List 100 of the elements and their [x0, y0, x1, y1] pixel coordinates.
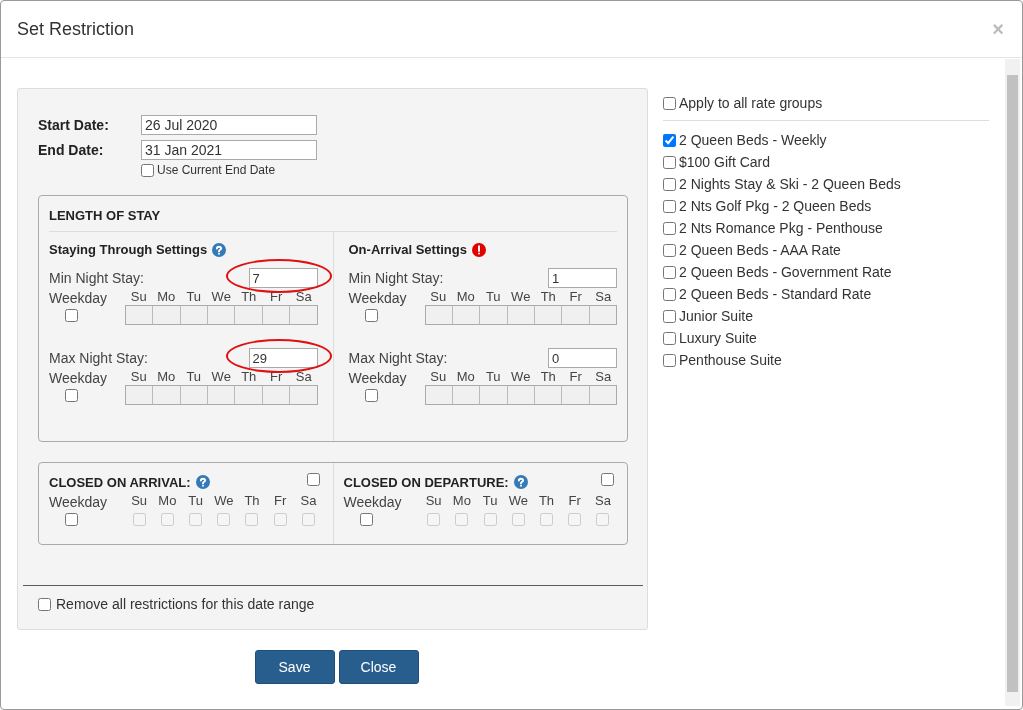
day-label: Fr — [568, 289, 583, 305]
checkbox[interactable] — [65, 389, 78, 402]
column-title: On-Arrival Settings — [348, 242, 467, 257]
checkbox[interactable] — [359, 513, 373, 526]
day-label: Mo — [156, 369, 177, 385]
checkbox[interactable] — [663, 155, 676, 169]
day-label: Th — [244, 493, 260, 509]
checkbox[interactable] — [663, 96, 676, 110]
field-label: End Date: — [38, 142, 105, 158]
checkbox[interactable] — [663, 243, 676, 257]
checkbox[interactable] — [663, 221, 676, 235]
checkbox[interactable] — [663, 309, 676, 323]
day-label: We — [214, 493, 234, 509]
checkbox[interactable] — [38, 597, 51, 611]
number-field[interactable]: 0 — [548, 348, 617, 368]
day-label: We — [210, 369, 232, 385]
day-label: Su — [425, 493, 442, 509]
checkbox[interactable] — [663, 177, 676, 191]
day-label: Mo — [158, 493, 177, 509]
day-label: Sa — [294, 369, 313, 385]
checkbox-label: Junior Suite — [679, 308, 753, 324]
field-label: Start Date: — [38, 117, 110, 133]
checkbox-label: 2 Queen Beds - AAA Rate — [679, 242, 841, 258]
day-label: Tu — [482, 493, 498, 509]
checkbox[interactable] — [364, 389, 378, 402]
number-field[interactable]: 7 — [248, 268, 318, 288]
checkbox-label: Use Current End Date — [157, 163, 276, 177]
day-label: Su — [429, 369, 448, 385]
day-label: Su — [429, 289, 448, 305]
section-title: CLOSED ON ARRIVAL: — [49, 474, 191, 490]
dialog-button[interactable]: Save — [254, 650, 335, 684]
day-label: Tu — [185, 369, 203, 385]
day-label: Mo — [455, 369, 476, 385]
day-label: Sa — [300, 493, 317, 509]
weekday-label: Weekday — [49, 369, 108, 387]
scrollbar[interactable] — [1005, 59, 1020, 706]
checkbox-label: 2 Nts Golf Pkg - 2 Queen Beds — [679, 198, 872, 214]
date-field[interactable]: 26 Jul 2020 — [141, 115, 317, 135]
weekday-label: Weekday — [49, 289, 108, 307]
day-label: We — [510, 369, 532, 385]
day-label: Fr — [269, 369, 284, 385]
day-label: Sa — [594, 493, 611, 509]
day-label: Tu — [484, 289, 502, 305]
field-label: Min Night Stay: — [49, 270, 144, 286]
day-label: Sa — [594, 369, 613, 385]
alert-icon — [471, 242, 486, 257]
weekday-label: Weekday — [343, 493, 402, 511]
day-label: Sa — [594, 289, 613, 305]
checkbox-label: 2 Queen Beds - Weekly — [679, 132, 827, 148]
day-label: Tu — [185, 289, 203, 305]
checkbox[interactable] — [663, 199, 676, 213]
column-title: Staying Through Settings — [49, 242, 208, 257]
number-field[interactable]: 29 — [248, 348, 318, 368]
help-icon — [513, 475, 528, 489]
checkbox[interactable] — [601, 473, 614, 486]
day-label: We — [508, 493, 528, 509]
day-label: Th — [539, 369, 557, 385]
checkbox[interactable] — [141, 163, 154, 177]
number-field[interactable]: 1 — [548, 268, 617, 288]
checkbox[interactable] — [65, 513, 78, 526]
day-label: We — [510, 289, 532, 305]
field-label: Min Night Stay: — [348, 270, 444, 286]
day-label: Tu — [484, 369, 502, 385]
day-label: We — [210, 289, 232, 305]
checkbox[interactable] — [663, 133, 676, 147]
help-icon — [212, 242, 227, 257]
day-label: Mo — [156, 289, 177, 305]
day-label: Sa — [294, 289, 313, 305]
checkbox[interactable] — [663, 331, 676, 345]
day-label: Fr — [568, 493, 581, 509]
field-label: Max Night Stay: — [348, 350, 448, 366]
day-label: Su — [131, 493, 148, 509]
checkbox-label: 2 Queen Beds - Standard Rate — [679, 286, 872, 302]
date-field[interactable]: 31 Jan 2021 — [141, 140, 317, 160]
section-title: LENGTH OF STAY — [49, 196, 617, 232]
day-label: Th — [240, 289, 258, 305]
checkbox[interactable] — [306, 473, 320, 486]
checkbox[interactable] — [663, 265, 676, 279]
checkbox-label: $100 Gift Card — [679, 154, 771, 170]
checkbox-label: Penthouse Suite — [679, 352, 782, 368]
dialog-button[interactable]: Close — [338, 650, 419, 684]
checkbox[interactable] — [663, 353, 676, 367]
day-label: Fr — [269, 289, 284, 305]
weekday-label: Weekday — [49, 493, 108, 511]
field-label: Max Night Stay: — [49, 350, 148, 366]
day-label: Th — [538, 493, 555, 509]
checkbox[interactable] — [65, 309, 78, 322]
checkbox[interactable] — [364, 309, 378, 322]
checkbox-label: 2 Nights Stay & Ski - 2 Queen Beds — [679, 176, 901, 192]
day-label: Th — [539, 289, 557, 305]
checkbox[interactable] — [663, 287, 676, 301]
help-icon — [195, 475, 210, 489]
section-title: CLOSED ON DEPARTURE: — [343, 474, 509, 490]
dialog-title: Set Restriction — [17, 18, 135, 40]
day-label: Tu — [188, 493, 203, 509]
checkbox-label: Remove all restrictions for this date range — [56, 596, 315, 612]
scrollbar-thumb[interactable] — [1007, 75, 1018, 692]
day-label: Mo — [455, 289, 476, 305]
day-label: Th — [240, 369, 258, 385]
day-label: Fr — [568, 369, 583, 385]
